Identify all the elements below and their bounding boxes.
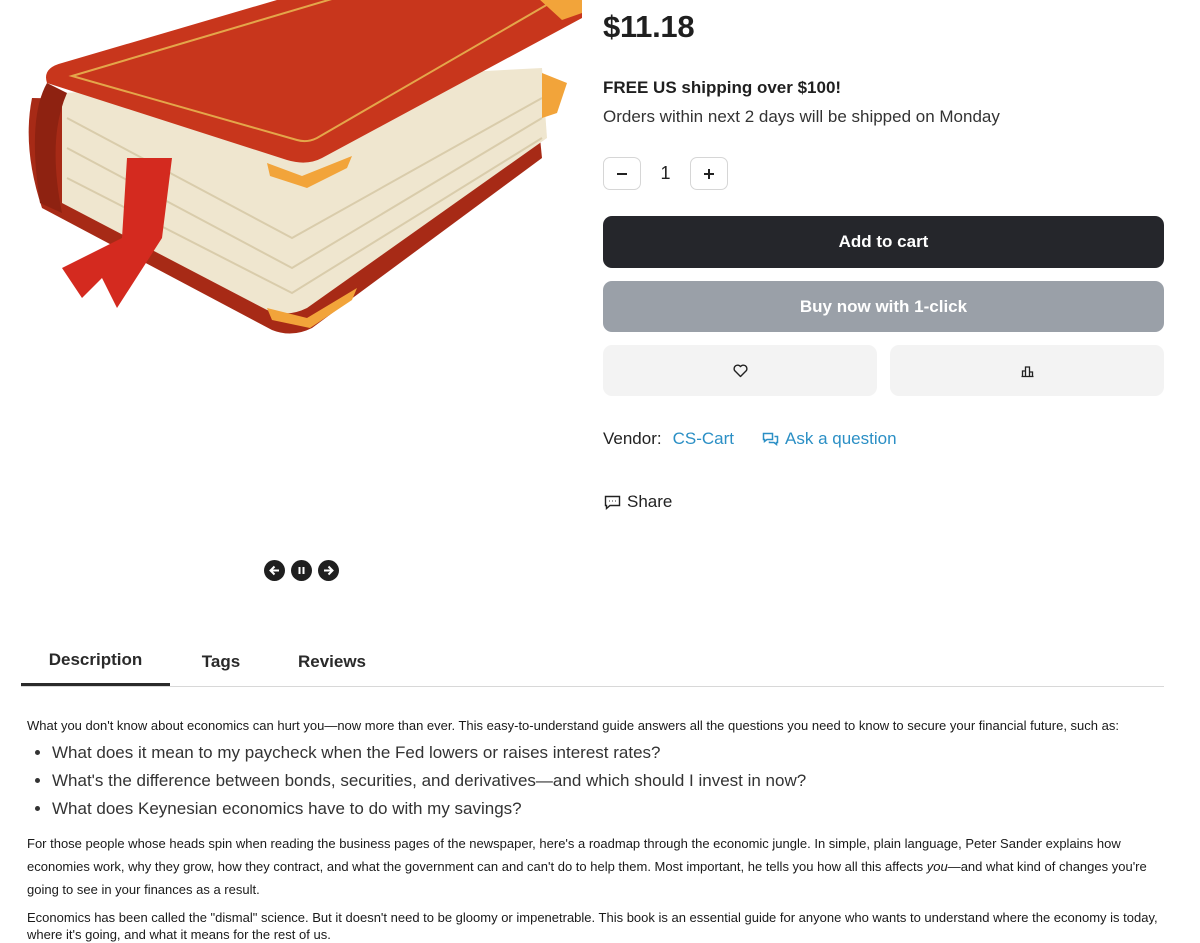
compare-icon — [1021, 365, 1033, 377]
product-image[interactable] — [22, 0, 590, 338]
minus-icon — [617, 172, 627, 175]
pause-circle-icon[interactable] — [291, 560, 312, 581]
share-label: Share — [627, 492, 673, 511]
ask-question-label: Ask a question — [785, 429, 897, 448]
vendor-label: Vendor: — [603, 429, 662, 448]
emphasis-text: you — [926, 859, 948, 874]
tab-description[interactable]: Description — [21, 637, 170, 686]
shipping-title: FREE US shipping over $100! — [603, 78, 842, 97]
product-tabs: Description Tags Reviews — [21, 637, 1164, 687]
list-item: What's the difference between bonds, sec… — [52, 767, 1167, 795]
description-bullets: What does it mean to my paycheck when th… — [52, 739, 1167, 823]
product-gallery — [0, 0, 590, 600]
share-button[interactable]: Share — [604, 492, 672, 512]
list-item: What does Keynesian economics have to do… — [52, 795, 1167, 823]
ask-question-link[interactable]: Ask a question — [762, 429, 897, 449]
share-icon — [604, 495, 621, 510]
gallery-controls — [264, 560, 339, 581]
arrow-right-circle-icon[interactable] — [318, 560, 339, 581]
plus-icon — [704, 168, 714, 179]
tab-reviews[interactable]: Reviews — [291, 637, 373, 686]
arrow-left-circle-icon[interactable] — [264, 560, 285, 581]
description-intro: What you don't know about economics can … — [27, 718, 1119, 733]
add-to-compare-button[interactable] — [890, 345, 1164, 396]
buy-now-button[interactable]: Buy now with 1-click — [603, 281, 1164, 332]
quantity-input[interactable]: 1 — [641, 163, 690, 184]
quantity-stepper: 1 — [603, 157, 728, 190]
chat-icon — [762, 432, 779, 446]
list-item: What does it mean to my paycheck when th… — [52, 739, 1167, 767]
vendor-link[interactable]: CS-Cart — [673, 429, 734, 449]
tab-tags[interactable]: Tags — [193, 637, 249, 686]
increase-quantity-button[interactable] — [690, 157, 728, 190]
shipping-note: Orders within next 2 days will be shippe… — [603, 107, 1000, 126]
add-to-wishlist-button[interactable] — [603, 345, 877, 396]
product-price: $11.18 — [603, 9, 695, 44]
decrease-quantity-button[interactable] — [603, 157, 641, 190]
add-to-cart-button[interactable]: Add to cart — [603, 216, 1164, 268]
description-paragraph: For those people whose heads spin when r… — [27, 832, 1167, 901]
description-content: What you don't know about economics can … — [27, 714, 1167, 943]
heart-icon — [732, 364, 748, 377]
vendor-row: Vendor: CS-Cart Ask a question — [603, 429, 897, 449]
description-paragraph: Economics has been called the "dismal" s… — [27, 910, 1158, 942]
